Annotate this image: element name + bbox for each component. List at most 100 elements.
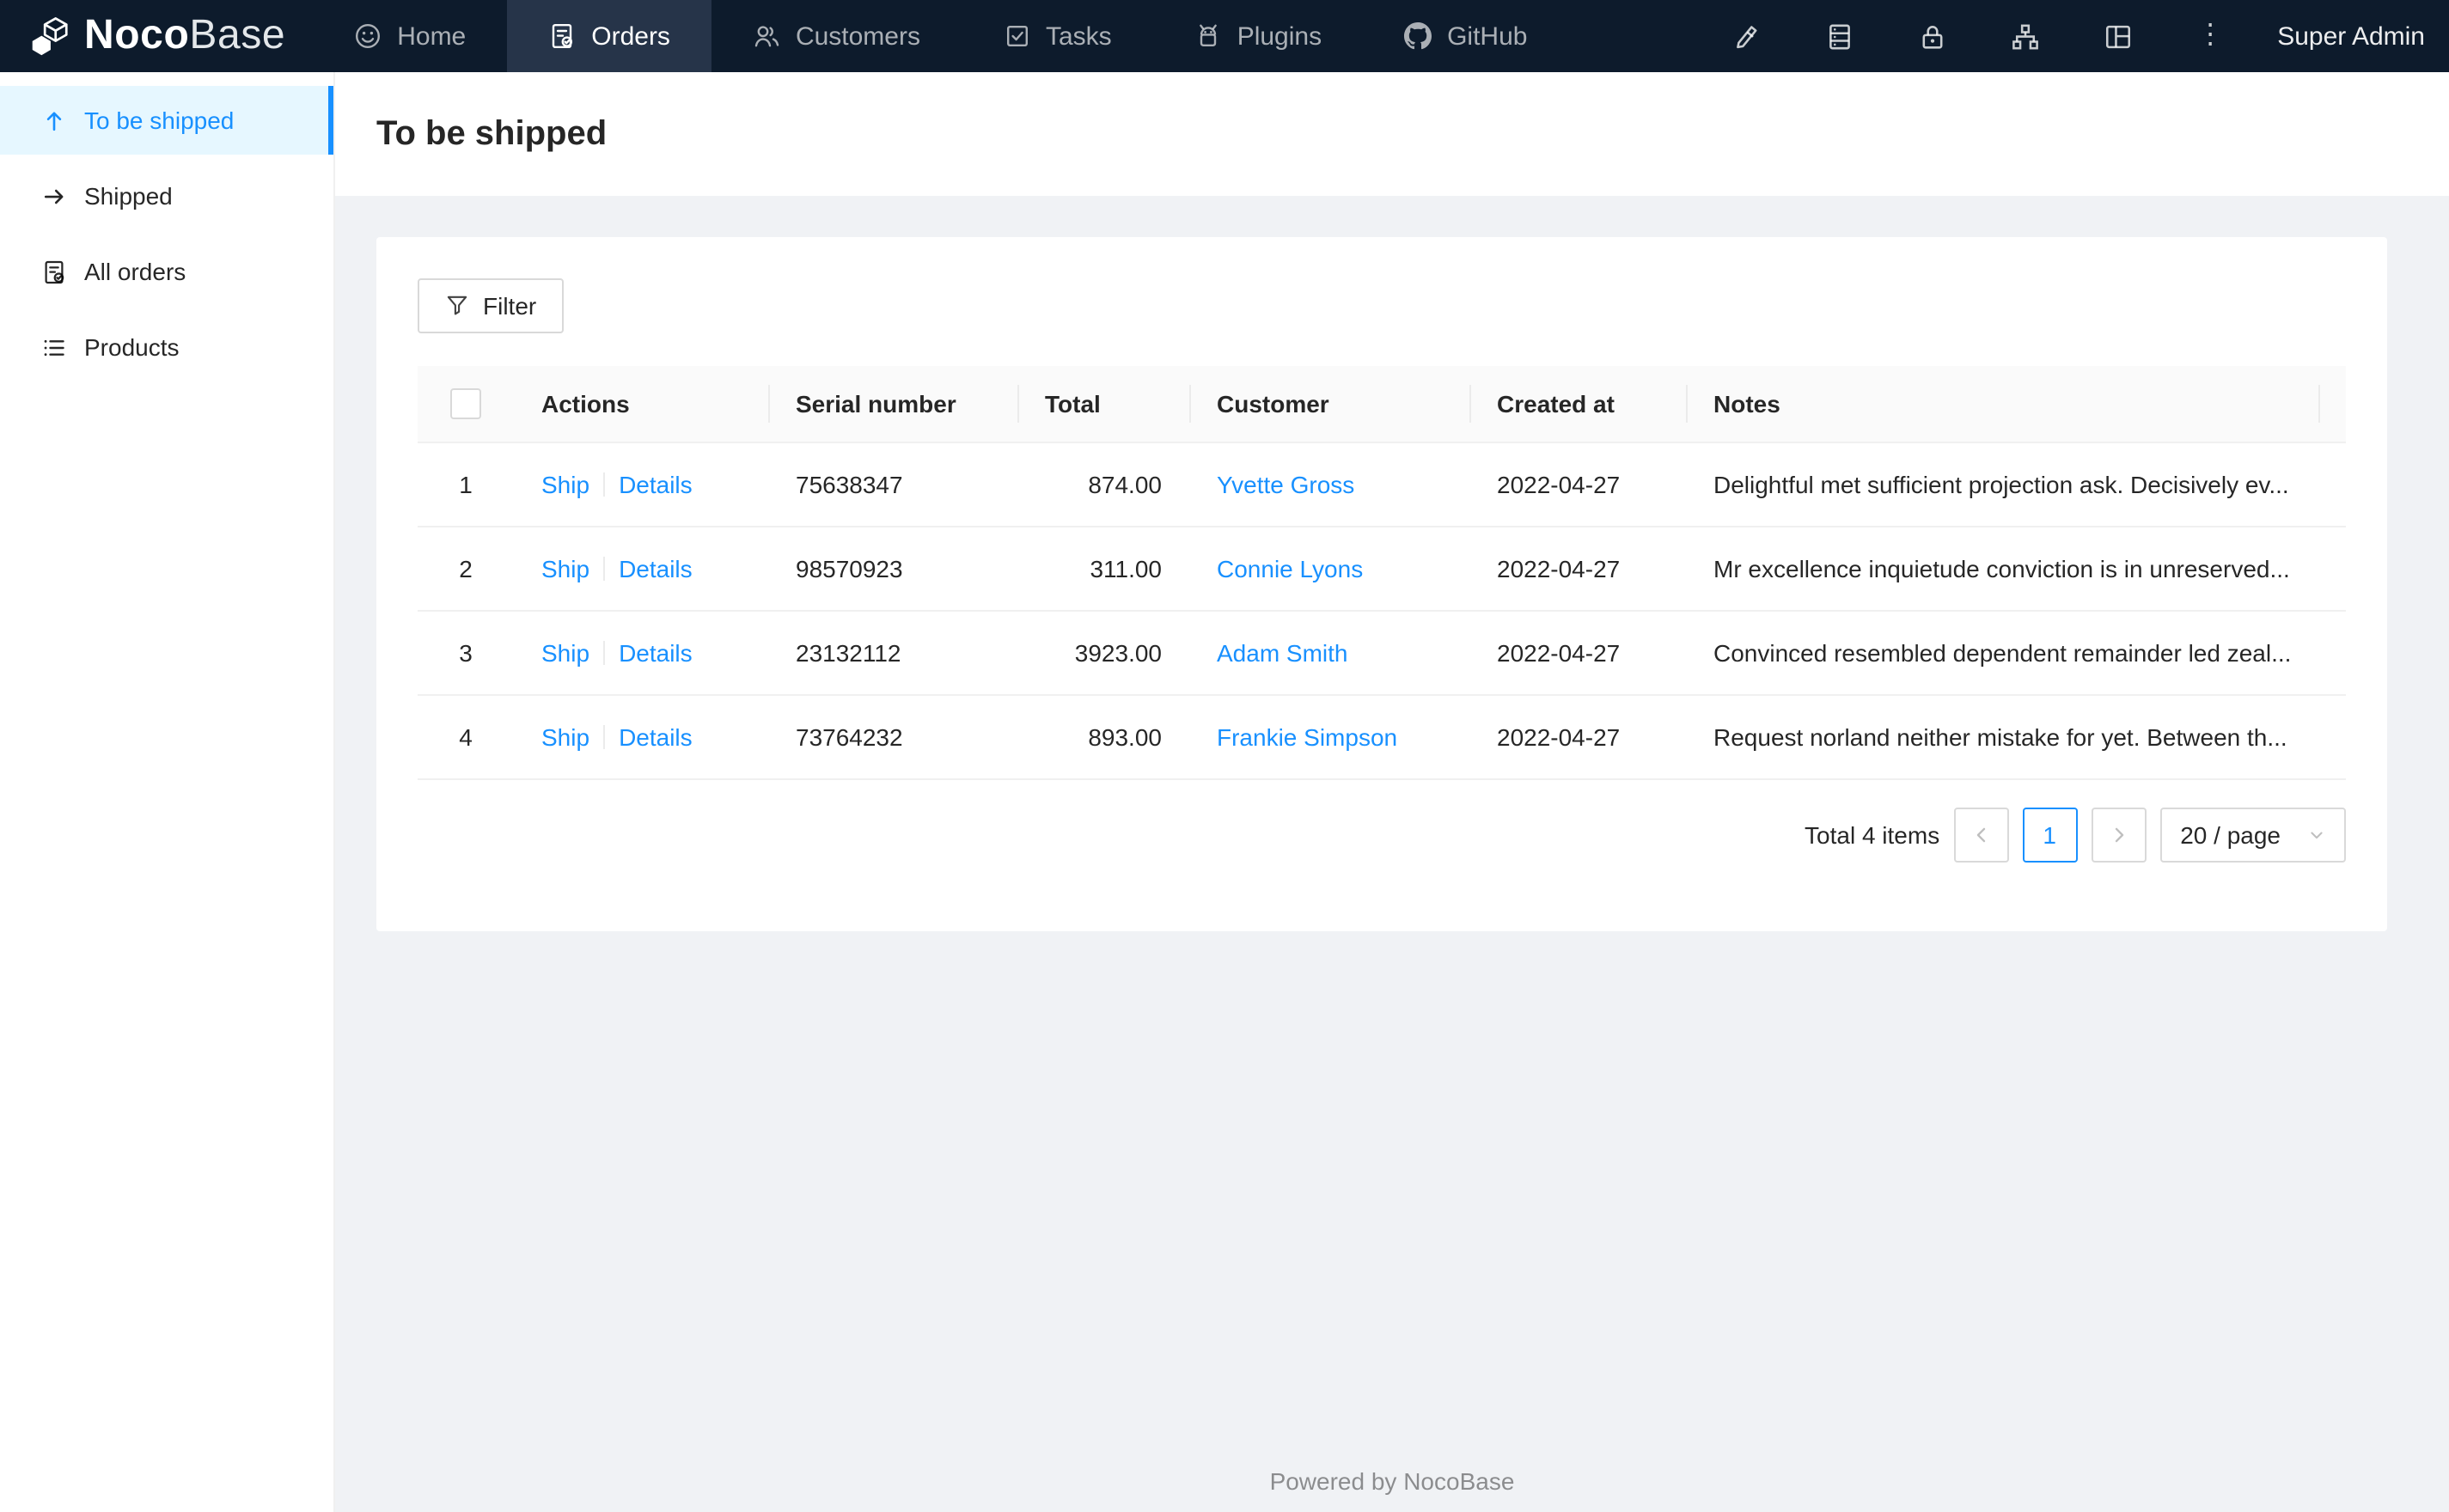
more-icon-button[interactable]: ⋮ (2195, 21, 2226, 52)
logo-text-bold: Noco (84, 12, 190, 58)
action-divider (603, 641, 606, 666)
sidebar-item-to-be-shipped[interactable]: To be shipped (0, 86, 333, 155)
chevron-left-icon (1976, 828, 1985, 843)
nocobase-logo-icon (32, 16, 68, 55)
nav-item-github[interactable]: GitHub (1363, 0, 1568, 72)
database-icon (1829, 23, 1850, 49)
sidebar: To be shipped Shipped All orders Product… (0, 72, 335, 1512)
nav-item-tasks[interactable]: Tasks (962, 0, 1153, 72)
nav-item-label: Home (397, 21, 467, 51)
user-menu[interactable]: Super Admin (2277, 21, 2425, 51)
ship-link[interactable]: Ship (541, 724, 589, 752)
select-all-checkbox[interactable] (450, 388, 481, 420)
orders-icon (553, 24, 573, 49)
spacer-cell (2318, 527, 2346, 613)
customer-cell: Connie Lyons (1189, 527, 1469, 613)
nav-item-home[interactable]: Home (313, 0, 507, 72)
details-link[interactable]: Details (619, 472, 693, 499)
serial-number-cell: 75638347 (768, 442, 1017, 528)
previous-page-button[interactable] (1953, 808, 2009, 863)
table-row: 4 Ship Details 73764232 893.00 Frankie Si… (418, 695, 2346, 781)
table-row: 2 Ship Details 98570923 311.00 Connie Lyo… (418, 527, 2346, 613)
navbar-right-tools: ⋮ Super Admin (1731, 0, 2449, 72)
row-index: 3 (418, 611, 514, 697)
page-size-value: 20 / page (2180, 821, 2281, 850)
column-spacer (2318, 366, 2346, 444)
check-square-icon (1005, 25, 1028, 47)
details-link[interactable]: Details (619, 724, 693, 752)
actions-cell: Ship Details (514, 442, 768, 528)
customer-link[interactable]: Yvette Gross (1217, 472, 1354, 499)
customer-cell: Adam Smith (1189, 611, 1469, 697)
database-icon-button[interactable] (1823, 21, 1854, 52)
robot-icon (1199, 24, 1217, 46)
team-icon (754, 26, 779, 47)
layout-icon-button[interactable] (2102, 21, 2133, 52)
serial-number-cell: 23132112 (768, 611, 1017, 697)
more-icon: ⋮ (2196, 21, 2225, 50)
main-nav-menu: Home Orders Customers Tasks Plugins GitH… (313, 0, 1568, 72)
column-header-notes: Notes (1686, 366, 2318, 444)
customer-cell: Yvette Gross (1189, 442, 1469, 528)
pagination-total: Total 4 items (1805, 821, 1940, 850)
total-cell: 311.00 (1017, 527, 1189, 613)
next-page-button[interactable] (2091, 808, 2147, 863)
lock-icon-button[interactable] (1916, 21, 1947, 52)
customer-link[interactable]: Adam Smith (1217, 640, 1348, 668)
main-area: To be shipped Filter Actions Serial numb… (335, 72, 2449, 1512)
apartment-icon-button[interactable] (2009, 21, 2040, 52)
page-size-select[interactable]: 20 / page (2159, 808, 2346, 863)
select-all-header (418, 366, 514, 444)
spacer-cell (2318, 442, 2346, 528)
spacer-cell (2318, 611, 2346, 697)
spacer-cell (2318, 695, 2346, 781)
nav-item-plugins[interactable]: Plugins (1153, 0, 1363, 72)
orders-icon (45, 259, 64, 284)
nocobase-logo: NocoBase (0, 0, 313, 72)
nav-item-customers[interactable]: Customers (711, 0, 962, 72)
notes-cell: Delightful met sufficient projection ask… (1686, 442, 2318, 528)
row-index: 4 (418, 695, 514, 781)
nav-item-label: Orders (591, 21, 670, 51)
sidebar-item-label: Products (84, 333, 180, 361)
powered-by-footer: Powered by NocoBase (1269, 1467, 1515, 1495)
column-header-customer: Customer (1189, 366, 1469, 444)
lock-icon (1921, 25, 1942, 48)
github-icon (1404, 22, 1432, 50)
page-title: To be shipped (376, 114, 608, 152)
table-header-row: Actions Serial number Total Customer Cre… (418, 366, 2346, 444)
ship-link[interactable]: Ship (541, 472, 589, 499)
details-link[interactable]: Details (619, 640, 693, 668)
ship-link[interactable]: Ship (541, 640, 589, 668)
chevron-right-icon (2115, 828, 2123, 843)
sidebar-item-all-orders[interactable]: All orders (0, 237, 333, 306)
pagination: Total 4 items 1 20 / page (418, 808, 2346, 863)
details-link[interactable]: Details (619, 556, 693, 583)
top-navbar: NocoBase Home Orders Customers Tasks Plu… (0, 0, 2449, 72)
column-header-actions: Actions (514, 366, 768, 444)
actions-cell: Ship Details (514, 611, 768, 697)
notes-cell: Request norland neither mistake for yet.… (1686, 695, 2318, 781)
sidebar-item-shipped[interactable]: Shipped (0, 162, 333, 230)
actions-cell: Ship Details (514, 527, 768, 613)
table-row: 1 Ship Details 75638347 874.00 Yvette Gro… (418, 442, 2346, 528)
highlight-icon-button[interactable] (1731, 21, 1762, 52)
nav-item-label: Plugins (1237, 21, 1322, 51)
serial-number-cell: 98570923 (768, 527, 1017, 613)
page-number-1[interactable]: 1 (2022, 808, 2078, 863)
highlight-icon (1736, 25, 1756, 48)
notes-cell: Convinced resembled dependent remainder … (1686, 611, 2318, 697)
sidebar-item-label: All orders (84, 258, 186, 285)
arrow-right-icon (44, 188, 64, 204)
customer-link[interactable]: Frankie Simpson (1217, 724, 1397, 752)
ship-link[interactable]: Ship (541, 556, 589, 583)
notes-cell: Mr excellence inquietude conviction is i… (1686, 527, 2318, 613)
apartment-icon (2012, 23, 2038, 49)
filter-button[interactable]: Filter (418, 278, 565, 333)
nav-item-orders[interactable]: Orders (507, 0, 711, 72)
nav-item-label: GitHub (1447, 21, 1528, 51)
sidebar-item-products[interactable]: Products (0, 313, 333, 381)
action-divider (603, 725, 606, 750)
customer-link[interactable]: Connie Lyons (1217, 556, 1363, 583)
nav-item-label: Customers (795, 21, 920, 51)
